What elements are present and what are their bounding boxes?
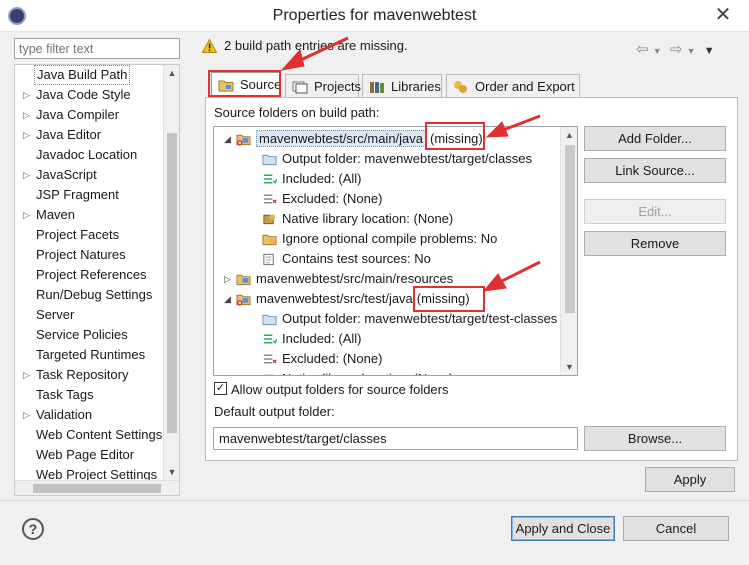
annotation-arrows	[280, 36, 541, 292]
annotation-arrowhead	[485, 121, 509, 138]
annotation-arrow	[495, 260, 541, 286]
annotation-arrowhead	[280, 48, 305, 71]
annotation-arrowhead	[482, 273, 507, 292]
